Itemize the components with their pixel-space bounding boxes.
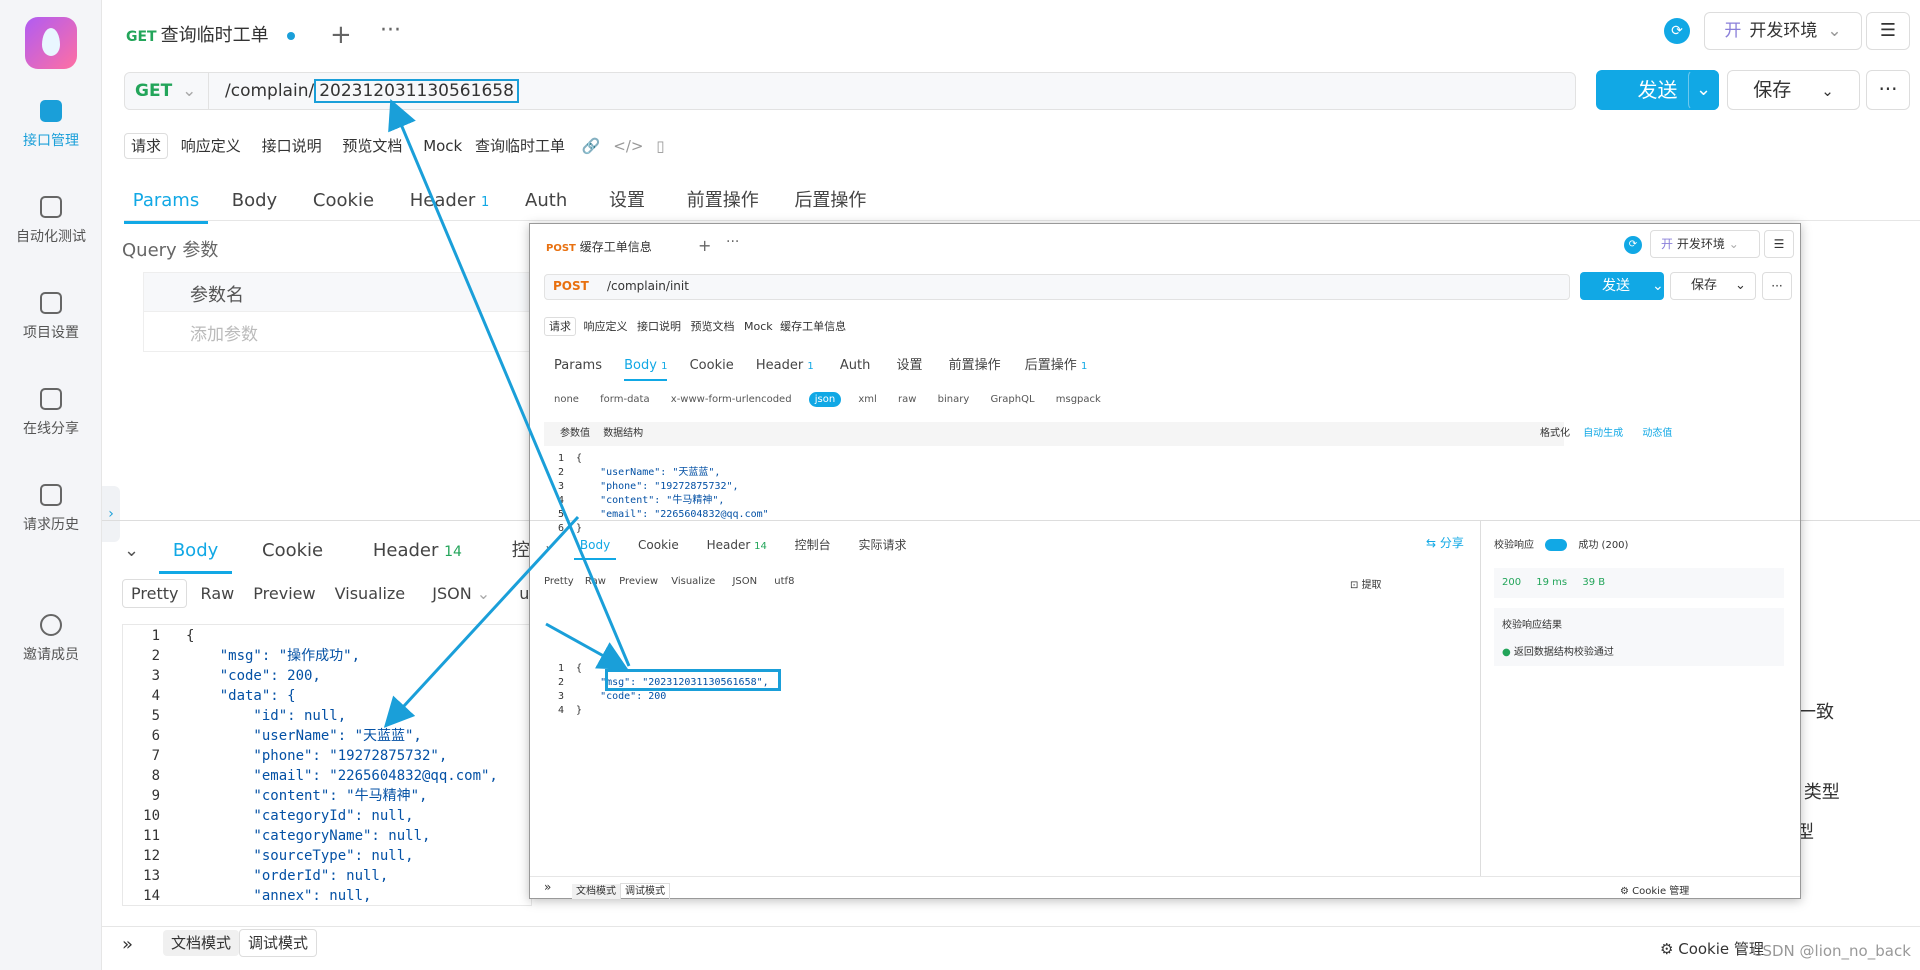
annotation-arrows [383,98,631,728]
arrow-to-response [383,515,580,728]
arrow-to-url [388,98,631,667]
arrow-to-msg [545,622,629,670]
